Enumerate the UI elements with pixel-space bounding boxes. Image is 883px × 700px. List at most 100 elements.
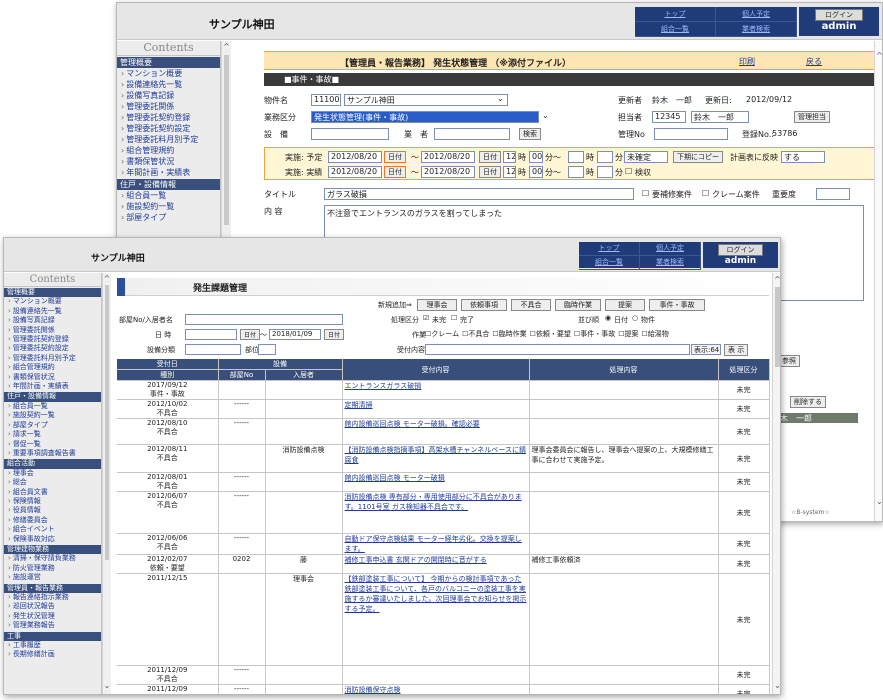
detail-nav-unions[interactable]: 組合一覧 (635, 22, 716, 37)
row-content-link[interactable]: 【消防設備点検指摘事項】高架水槽チャンネルベースに錆 腐食 (342, 444, 530, 473)
finished-checkbox[interactable]: ☐ (451, 314, 457, 322)
scroll-up-icon[interactable]: ^ (103, 274, 111, 283)
table-row[interactable]: 2011/12/15 理事会 【鉄部塗装工事について】 今期からの検討事項であった鉄… (117, 573, 770, 666)
sidebar-item[interactable]: 管理委託関係 (117, 101, 220, 112)
actual-end-date[interactable]: 2012/08/20 (421, 166, 475, 178)
sidebar-item[interactable]: 組合員一覧 (4, 402, 101, 411)
detail-sidebar-scrollbar[interactable]: ^ (221, 41, 231, 261)
sidebar-item[interactable]: 管理委託料月別予定 (4, 354, 101, 363)
plan-hour-field[interactable]: 12 (503, 151, 516, 163)
list-main-scrollbar[interactable]: ^ ⌄ (772, 273, 780, 694)
vendor-field[interactable] (434, 128, 510, 140)
detail-nav-top[interactable]: トップ (635, 7, 716, 22)
sidebar-item[interactable]: 年間計画・実績表 (4, 382, 101, 391)
scroll-up-icon[interactable]: ^ (222, 42, 231, 51)
sidebar-item[interactable]: 組合員文書 (4, 488, 101, 497)
new-2-button[interactable]: 不具合 (511, 299, 551, 311)
sidebar-item[interactable]: 重要事項調査報告書 (4, 449, 101, 458)
sidebar-item[interactable]: 理事会 (4, 469, 101, 478)
sidebar-item[interactable]: 清掃・保守請負業務 (4, 554, 101, 563)
scroll-down-icon[interactable]: ⌄ (875, 497, 882, 506)
sidebar-item[interactable]: 設備写真記録 (4, 316, 101, 325)
detail-main-scrollbar[interactable]: ^ ⌄ (874, 41, 882, 521)
property-code-field[interactable]: 11100 (311, 94, 341, 106)
scroll-up-icon[interactable]: ^ (875, 51, 882, 60)
sidebar-item[interactable]: マンション概要 (117, 68, 220, 79)
unfinished-checkbox[interactable]: ☑ (423, 314, 429, 322)
dept-select[interactable] (258, 344, 276, 355)
list-login-button[interactable]: ログイン (718, 244, 763, 256)
work-type-checkbox[interactable]: ☐ (530, 330, 536, 338)
category-select[interactable]: 発生状態管理(事件・事故) (311, 111, 539, 123)
assignee-manage-button[interactable]: 管理担当 (794, 111, 830, 123)
plan-end-date-button[interactable]: 日付 (479, 151, 501, 163)
accept-field[interactable] (425, 344, 690, 355)
list-nav-top[interactable]: トップ (579, 242, 640, 256)
copy-next-period-button[interactable]: 下期にコピー (673, 151, 723, 163)
sidebar-item[interactable]: 施設運営 (4, 573, 101, 582)
chevron-down-icon[interactable]: ⌄ (542, 111, 549, 120)
sidebar-item[interactable]: 年間計画・実績表 (117, 167, 220, 178)
sort-item-radio[interactable]: ○ (632, 314, 638, 322)
scroll-up-icon[interactable]: ^ (773, 275, 780, 284)
vendor-search-button[interactable]: 検索 (519, 128, 541, 140)
sidebar-item[interactable]: 設備連絡先一覧 (4, 307, 101, 316)
row-content-link[interactable]: 消防設備保守点検 (342, 684, 530, 694)
row-content-link[interactable]: 【鉄部塗装工事について】 今期からの検討事項であった鉄部塗装工事について、各戸の… (342, 573, 530, 666)
row-content-link[interactable]: エントランスガラス破損 (342, 380, 530, 400)
sidebar-item[interactable]: 設備写真記録 (117, 90, 220, 101)
table-row[interactable]: 2012/06/07 不具合 ------ 消防設備点検 専有部分・専用使用部分に不具… (117, 491, 770, 534)
new-5-button[interactable]: 事件・事故 (649, 299, 705, 311)
assignee-code-field[interactable]: 12345 (652, 111, 686, 123)
actual-end-minute-field[interactable] (597, 166, 613, 178)
work-type-checkbox[interactable]: ☐ (492, 330, 498, 338)
scroll-down-icon[interactable]: ⌄ (773, 681, 780, 690)
sidebar-item[interactable]: 請求一覧 (4, 430, 101, 439)
sidebar-item[interactable]: 発生状況管理 (4, 612, 101, 621)
sidebar-item[interactable]: 修繕委員会 (4, 516, 101, 525)
actual-end-hour-field[interactable] (568, 166, 584, 178)
reference-button[interactable]: 参照 (778, 355, 800, 367)
list-nav-vendor[interactable]: 業者検索 (640, 256, 701, 270)
sidebar-item[interactable]: 管理委託契約登録 (117, 112, 220, 123)
sidebar-item[interactable]: 保険事故対応 (4, 535, 101, 544)
actual-start-date[interactable]: 2012/08/20 (328, 166, 382, 178)
row-content-link[interactable]: 自動ドア保守点検結果 モーター経年劣化。交換を提案します。 (342, 533, 530, 555)
sidebar-item[interactable]: 管理委託契約設定 (117, 123, 220, 134)
sidebar-item[interactable]: 保険情報 (4, 497, 101, 506)
plan-end-minute-field[interactable] (597, 151, 613, 163)
sidebar-item[interactable]: 総会 (4, 478, 101, 487)
table-row[interactable]: 2017/09/12 事件・事故 エントランスガラス破損 未完 (117, 380, 770, 400)
table-row[interactable]: 2011/12/09 不具合 ------ 未完 (117, 665, 770, 685)
row-content-link[interactable]: 補修工事申込書 玄関ドアの開閉時に音がする (342, 554, 530, 574)
table-row[interactable]: 2012/10/02 不具合 ------ 定期清掃 未完 (117, 399, 770, 419)
new-3-button[interactable]: 臨時作業 (555, 299, 601, 311)
sidebar-item[interactable]: 管理業務報告 (4, 621, 101, 630)
display-button[interactable]: 表 示 (724, 344, 749, 356)
sidebar-item[interactable]: 書類保管状況 (4, 373, 101, 382)
sidebar-item[interactable]: 組合管理規約 (4, 363, 101, 372)
detail-login-button[interactable]: ログイン (815, 9, 863, 21)
table-row[interactable]: 2012/02/07 依頼・要望 0202 藤補修工事申込書 玄関ドアの開閉時に音がす… (117, 554, 770, 574)
sidebar-item[interactable]: 書類保管状況 (117, 156, 220, 167)
title-field[interactable]: ガラス破損 (324, 188, 634, 200)
status-select[interactable]: 未確定 (624, 151, 668, 163)
manage-no-field[interactable] (654, 128, 728, 140)
actual-hour-field[interactable]: 12 (503, 166, 516, 178)
complaint-checkbox[interactable]: ☐ (702, 189, 709, 198)
sidebar-item[interactable]: 組合管理規約 (117, 145, 220, 156)
actual-minute-field[interactable]: 00 (529, 166, 543, 178)
scroll-thumb[interactable] (224, 55, 229, 225)
sidebar-item[interactable]: 施設契約一覧 (117, 201, 220, 212)
assignee-select[interactable]: 鈴木 一郎 (691, 111, 749, 123)
row-content-link[interactable]: 館内設備巡回点検 モーター破損 (342, 472, 530, 492)
row-content-link[interactable]: 消防設備点検 専有部分・専用使用部分に不具合があります。1101号室 ガス検知器… (342, 491, 530, 534)
row-content-link[interactable] (342, 665, 530, 685)
date-to-button[interactable]: 日付 (324, 329, 345, 340)
plan-end-date[interactable]: 2012/08/20 (421, 151, 475, 163)
actual-end-date-button[interactable]: 日付 (479, 166, 501, 178)
sidebar-item[interactable]: 施設契約一覧 (4, 411, 101, 420)
date-to-field[interactable]: 2018/01/09 (269, 329, 321, 340)
sidebar-item[interactable]: 管理委託関係 (4, 326, 101, 335)
date-from-button[interactable]: 日付 (240, 329, 261, 340)
